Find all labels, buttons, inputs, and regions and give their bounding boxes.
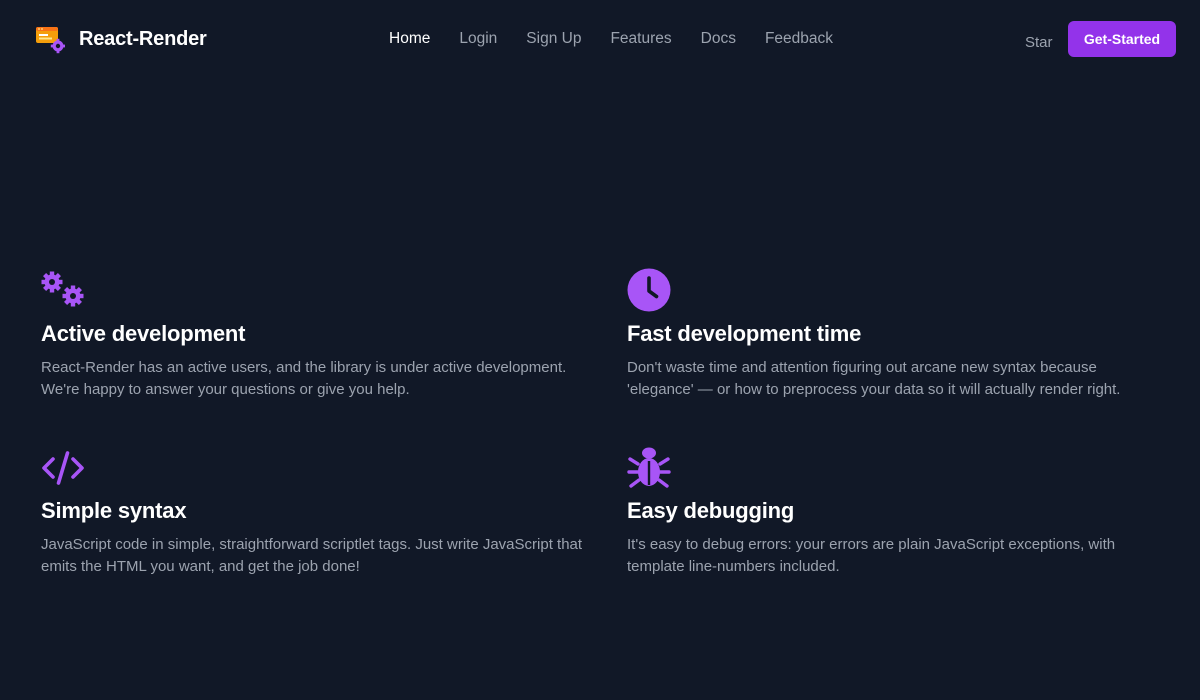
feature-title: Active development <box>41 321 246 346</box>
code-icon <box>42 451 84 485</box>
gears-icon <box>41 271 84 307</box>
nav-item-features[interactable]: Features <box>610 29 671 49</box>
page: React-Render Home Login Sign Up Features… <box>0 0 1200 700</box>
nav-item-docs[interactable]: Docs <box>701 29 736 49</box>
feature-title: Simple syntax <box>41 498 187 523</box>
brand-link[interactable]: React-Render <box>35 24 207 54</box>
feature-title: Easy debugging <box>627 498 795 523</box>
features-grid: Active development React-Render has an a… <box>41 268 1161 578</box>
feature-fast-development-time: Fast development time Don't waste time a… <box>627 268 1147 401</box>
feature-title: Fast development time <box>627 321 862 346</box>
clock-icon <box>627 268 671 312</box>
feature-simple-syntax: Simple syntax JavaScript code in simple,… <box>41 445 627 578</box>
brand-name: React-Render <box>79 27 207 50</box>
feature-description: Don't waste time and attention figuring … <box>627 359 1121 398</box>
nav-item-feedback[interactable]: Feedback <box>765 29 833 49</box>
star-link[interactable]: Star <box>1025 33 1053 53</box>
nav-item-home[interactable]: Home <box>389 29 430 49</box>
nav-links: Home Login Sign Up Features Docs Feedbac… <box>389 29 833 49</box>
get-started-button[interactable]: Get-Started <box>1068 21 1176 57</box>
feature-easy-debugging: Easy debugging It's easy to debug errors… <box>627 445 1147 578</box>
feature-description: React-Render has an active users, and th… <box>41 359 567 398</box>
nav-item-sign-up[interactable]: Sign Up <box>526 29 581 49</box>
feature-description: JavaScript code in simple, straightforwa… <box>41 536 583 575</box>
feature-active-development: Active development React-Render has an a… <box>41 268 627 401</box>
navbar: React-Render Home Login Sign Up Features… <box>0 0 1200 80</box>
feature-description: It's easy to debug errors: your errors a… <box>627 536 1116 575</box>
browser-gear-logo-icon <box>36 27 65 54</box>
bug-icon <box>627 447 671 488</box>
nav-item-login[interactable]: Login <box>459 29 497 49</box>
